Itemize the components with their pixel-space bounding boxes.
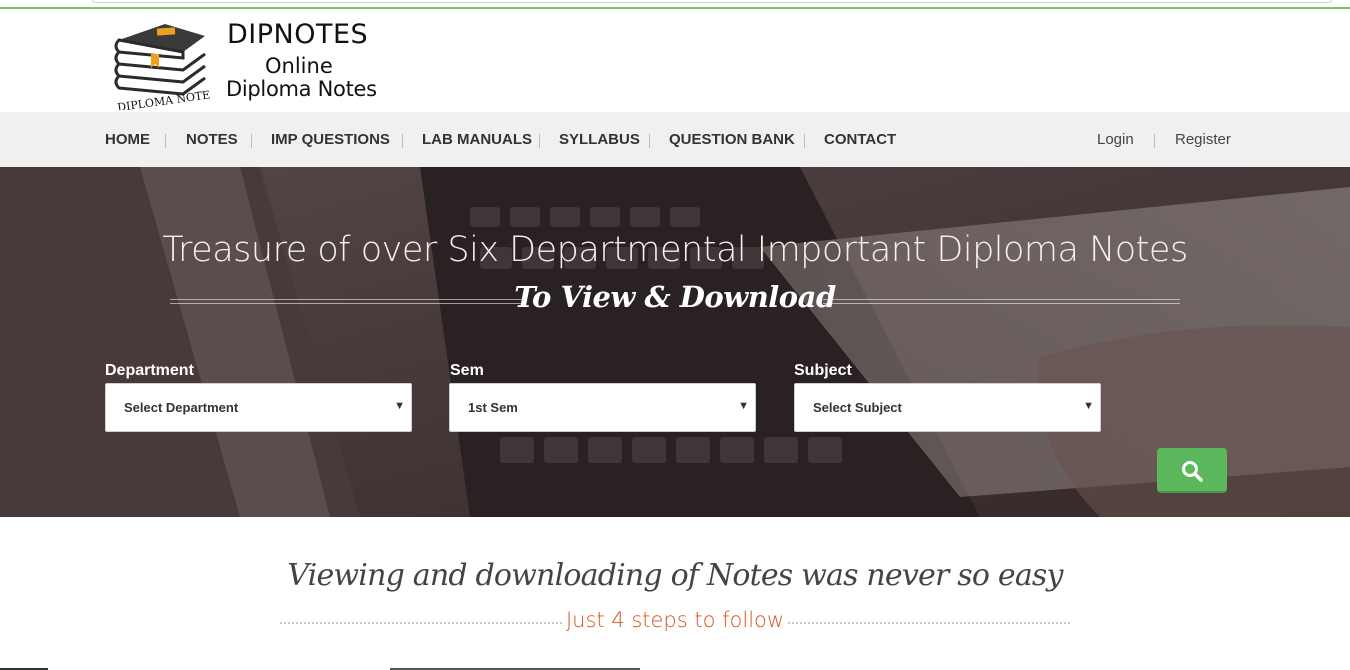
sem-label: Sem <box>450 362 484 379</box>
nav-home[interactable]: HOME <box>105 131 150 149</box>
caret-down-icon: ▼ <box>394 400 405 412</box>
bottom-edge <box>0 666 1350 670</box>
nav-lab-manuals[interactable]: LAB MANUALS <box>422 131 532 149</box>
nav-separator <box>539 134 540 148</box>
nav-separator <box>165 134 166 148</box>
department-label: Department <box>105 362 194 379</box>
logo-subtitle-diploma: Diploma Notes <box>226 77 377 101</box>
nav-separator <box>649 134 650 148</box>
main-navbar: HOME NOTES IMP QUESTIONS LAB MANUALS SYL… <box>0 112 1350 167</box>
login-link[interactable]: Login <box>1097 131 1134 149</box>
steps-subtitle: Just 4 steps to follow <box>565 608 785 632</box>
hero-banner: Treasure of over Six Departmental Import… <box>0 167 1350 517</box>
logo-subtitle-online: Online <box>265 54 333 78</box>
nav-question-bank[interactable]: QUESTION BANK <box>669 131 795 149</box>
hero-subtitle-row: To View & Download <box>170 280 1180 320</box>
hero-title: Treasure of over Six Departmental Import… <box>162 230 1188 270</box>
nav-separator <box>402 134 403 148</box>
search-icon <box>1182 461 1203 482</box>
tab-edge <box>92 0 1332 3</box>
browser-top-edge <box>0 0 1350 9</box>
nav-notes[interactable]: NOTES <box>186 131 238 149</box>
nav-separator <box>804 134 805 148</box>
search-button[interactable] <box>1157 448 1227 493</box>
site-logo[interactable]: DIPLOMA NOTES DIPNOTES Online Diploma No… <box>105 14 385 110</box>
nav-separator <box>251 134 252 148</box>
caret-down-icon: ▼ <box>1083 400 1094 412</box>
intro-tagline: Viewing and downloading of Notes was nev… <box>287 558 1063 593</box>
books-stack-icon: DIPLOMA NOTES <box>105 14 210 110</box>
hero-overlay <box>0 167 1350 517</box>
sem-select[interactable]: 1st Sem ▼ <box>449 383 756 432</box>
department-select-value: Select Department <box>124 400 239 415</box>
nav-imp-questions[interactable]: IMP QUESTIONS <box>271 131 390 149</box>
hero-subtitle: To View & Download <box>514 280 836 314</box>
sem-select-value: 1st Sem <box>468 400 518 415</box>
nav-syllabus[interactable]: SYLLABUS <box>559 131 640 149</box>
steps-row: Just 4 steps to follow <box>280 606 1070 636</box>
nav-separator <box>1154 134 1155 148</box>
subject-select-value: Select Subject <box>813 400 902 415</box>
department-select[interactable]: Select Department ▼ <box>105 383 412 432</box>
register-link[interactable]: Register <box>1175 131 1231 149</box>
subject-label: Subject <box>794 362 852 379</box>
subject-select[interactable]: Select Subject ▼ <box>794 383 1101 432</box>
logo-title: DIPNOTES <box>227 19 369 50</box>
caret-down-icon: ▼ <box>738 400 749 412</box>
nav-contact[interactable]: CONTACT <box>824 131 896 149</box>
